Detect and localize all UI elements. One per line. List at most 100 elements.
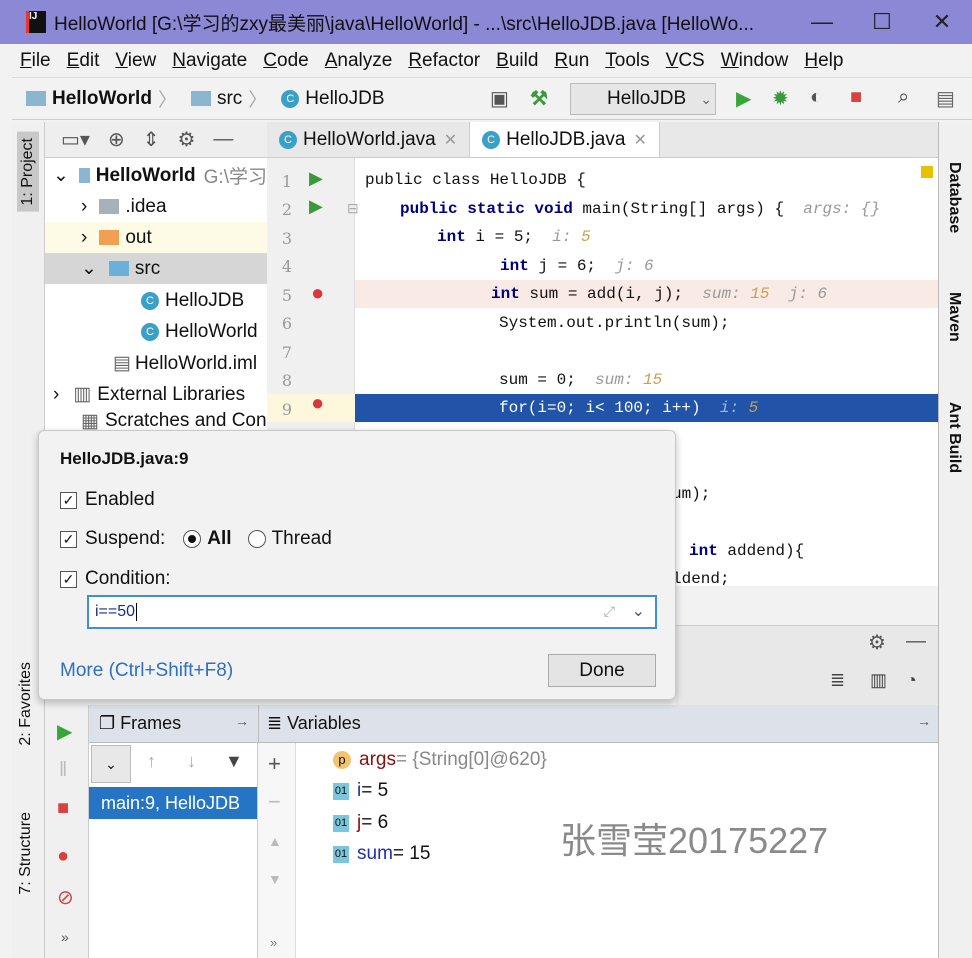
condition-input[interactable]: i==50 ⤢ ⌄ [87, 595, 657, 629]
variable-row[interactable]: 01 j = 6 [333, 812, 388, 834]
menu-window[interactable]: Window [721, 50, 789, 72]
more-icon[interactable]: » [270, 935, 277, 950]
hide-icon[interactable]: — [906, 630, 926, 653]
run-gutter-icon[interactable]: ▶ [309, 168, 323, 189]
tree-item-scratches[interactable]: ▦ Scratches and Con [45, 410, 267, 432]
ant-build-tool-tab[interactable]: Ant Build [945, 402, 963, 473]
resume-icon[interactable]: ▶ [57, 719, 72, 744]
menu-vcs[interactable]: VCS [666, 50, 705, 72]
hide-icon[interactable]: — [213, 128, 233, 151]
tree-item-project[interactable]: ⌄ HelloWorld G:\学习 [45, 160, 267, 191]
stop-icon[interactable]: ■ [850, 86, 862, 109]
move-down-icon[interactable]: ▼ [268, 871, 282, 887]
add-watch-icon[interactable]: + [268, 751, 281, 777]
database-tool-tab[interactable]: Database [945, 162, 963, 233]
pin-icon[interactable]: → [235, 713, 249, 729]
menu-refactor[interactable]: Refactor [408, 50, 480, 72]
scratches-icon: ▦ [81, 411, 99, 432]
tab-helloworld-java[interactable]: C HelloWorld.java ✕ [267, 122, 471, 157]
tree-item-src[interactable]: ⌄ src [45, 253, 267, 284]
menu-help[interactable]: Help [804, 50, 843, 72]
menu-file[interactable]: File [20, 50, 51, 72]
tree-item-helloworld[interactable]: C HelloWorld [45, 316, 267, 347]
menu-edit[interactable]: Edit [67, 50, 100, 72]
minimize-button[interactable]: — [792, 9, 852, 35]
threads-icon[interactable]: ▥ [870, 670, 887, 691]
run-configuration-select[interactable]: HelloJDB ⌄ [570, 83, 716, 115]
suspend-thread-radio[interactable] [247, 530, 266, 548]
pin-icon[interactable]: → [917, 713, 931, 729]
menu-navigate[interactable]: Navigate [172, 50, 247, 72]
suspend-all-radio[interactable] [183, 530, 202, 548]
stop-icon[interactable]: ■ [57, 797, 69, 820]
collapse-all-icon[interactable]: ⇕ [143, 127, 160, 152]
show-execution-point-icon[interactable]: ≣ [830, 670, 845, 691]
arrow-down-icon[interactable]: ↓ [187, 751, 196, 772]
move-up-icon[interactable]: ▲ [268, 833, 282, 849]
variable-row[interactable]: 01 i = 5 [333, 780, 388, 802]
menu-tools[interactable]: Tools [605, 50, 649, 72]
view-breakpoints-icon[interactable]: ● [57, 845, 69, 868]
file-icon: ▤ [113, 353, 131, 374]
tree-item-external-libraries[interactable]: › ▥ External Libraries [45, 379, 267, 410]
close-tab-icon[interactable]: ✕ [444, 130, 457, 150]
maximize-button[interactable]: ☐ [852, 9, 912, 35]
fold-icon[interactable]: ⊟ [347, 200, 359, 217]
coverage-icon[interactable]: ◐ [810, 86, 822, 109]
mute-breakpoints-icon[interactable]: ⊘ [57, 885, 74, 910]
project-folder-icon [26, 91, 46, 106]
menu-code[interactable]: Code [263, 50, 308, 72]
debug-bug-icon[interactable]: ✹ [772, 86, 789, 111]
tree-item-hellojdb[interactable]: C HelloJDB [45, 285, 267, 316]
done-button[interactable]: Done [548, 654, 656, 687]
favorites-tool-tab[interactable]: 2: Favorites [17, 662, 35, 746]
view-selector-icon[interactable]: ▭▾ [61, 127, 90, 152]
pause-icon[interactable]: ‖ [59, 759, 67, 782]
conditional-breakpoint-icon[interactable]: ● [311, 390, 324, 416]
tab-hellojdb-java[interactable]: C HelloJDB.java ✕ [470, 122, 660, 157]
line-number: 8 [281, 371, 293, 390]
project-tool-tab[interactable]: 1: Project [17, 132, 39, 212]
menu-analyze[interactable]: Analyze [325, 50, 393, 72]
menu-build[interactable]: Build [496, 50, 538, 72]
expand-icon[interactable]: ⤢ [604, 603, 615, 620]
tree-item-out[interactable]: › out [45, 222, 267, 253]
run-gutter-icon[interactable]: ▶ [309, 196, 323, 217]
filter-icon[interactable]: ▼ [225, 751, 243, 772]
maven-tool-tab[interactable]: Maven [945, 292, 963, 342]
close-button[interactable]: ✕ [912, 9, 972, 35]
variables-icon: ≣ [267, 713, 288, 733]
structure-tool-tab[interactable]: 7: Structure [17, 812, 35, 895]
menu-view[interactable]: View [115, 50, 156, 72]
chevron-down-icon[interactable]: ⌄ [632, 601, 645, 621]
more-link[interactable]: More (Ctrl+Shift+F8) [60, 660, 233, 682]
arrow-up-icon[interactable]: ↑ [147, 751, 156, 772]
thread-select[interactable]: ⌄ [91, 745, 131, 783]
more-icon[interactable]: » [61, 929, 69, 945]
project-structure-icon[interactable]: ▤ [936, 86, 955, 111]
breadcrumb-project[interactable]: HelloWorld 〉 [26, 85, 177, 112]
suspend-checkbox[interactable]: ✓ [60, 530, 77, 548]
build-hammer-icon[interactable]: ⚒ [530, 86, 548, 111]
condition-checkbox[interactable]: ✓ Condition: [60, 568, 171, 590]
tree-item-iml[interactable]: ▤ HelloWorld.iml [45, 348, 267, 379]
run-icon[interactable]: ▶ [736, 86, 751, 111]
close-tab-icon[interactable]: ✕ [633, 130, 646, 150]
breakpoint-icon[interactable]: ● [311, 280, 324, 306]
frame-item[interactable]: main:9, HelloJDB [89, 787, 257, 819]
variable-row[interactable]: 01 sum = 15 [333, 843, 430, 865]
tree-item-idea[interactable]: › .idea [45, 191, 267, 222]
variable-row[interactable]: p args = {String[0]@620} [333, 749, 547, 771]
enabled-checkbox[interactable]: ✓ Enabled [60, 489, 155, 511]
gear-icon[interactable]: ⚙ [868, 630, 886, 655]
menu-run[interactable]: Run [554, 50, 589, 72]
remove-watch-icon[interactable]: − [268, 789, 281, 815]
layout-icon[interactable]: ▣ [490, 86, 509, 111]
gear-icon[interactable]: ⚙ [177, 127, 195, 152]
locate-icon[interactable]: ⊕ [108, 127, 125, 152]
radio-label: All [207, 528, 232, 549]
search-icon[interactable]: ⌕ [898, 86, 909, 109]
memory-icon[interactable]: ◔ [906, 670, 917, 691]
breadcrumb-src[interactable]: src 〉 [190, 85, 267, 112]
breadcrumb-class[interactable]: C HelloJDB [281, 88, 385, 110]
